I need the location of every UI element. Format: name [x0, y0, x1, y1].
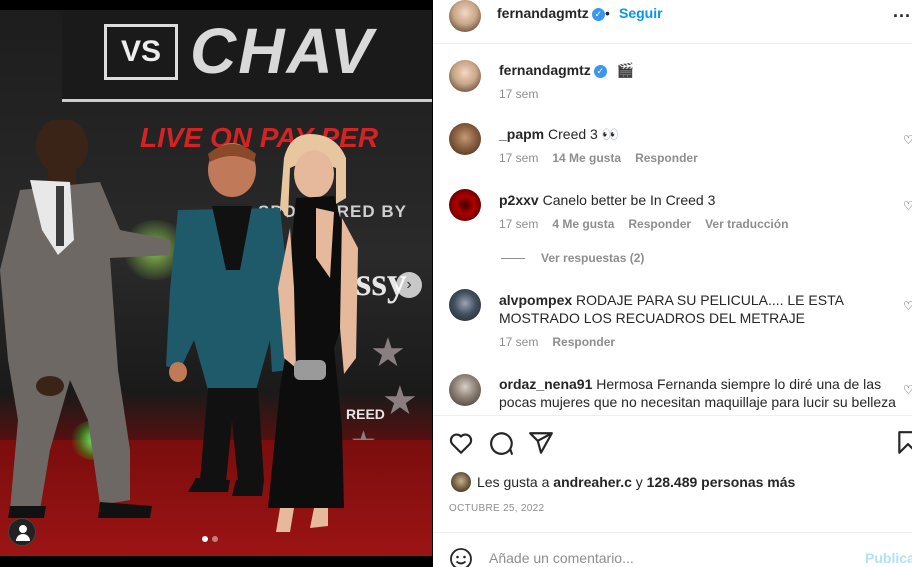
comment-text: Canelo better be In Creed 3 [542, 192, 716, 208]
comment-heart-icon[interactable]: ♡ [903, 383, 912, 397]
likes-summary[interactable]: Les gusta a andreaher.c y 128.489 person… [477, 474, 795, 490]
carousel-dot [202, 536, 208, 542]
likes-count[interactable]: 128.489 personas más [647, 474, 796, 490]
post-header: fernandagmtz ✓ • Seguir ... [433, 0, 912, 44]
more-icon[interactable]: ... [893, 1, 911, 22]
next-arrow-icon[interactable]: › [396, 272, 422, 298]
comment-item: p2xxv Canelo better be In Creed 3 [499, 191, 909, 209]
view-replies-button[interactable]: Ver respuestas (2) [501, 251, 644, 265]
carousel-dot [212, 536, 218, 542]
comment-username[interactable]: _papm [499, 126, 544, 142]
post-details-panel: fernandagmtz ✓ • Seguir ... fernandagmtz ✓… [433, 0, 912, 567]
reply-button[interactable]: Responder [635, 151, 698, 165]
avatar[interactable] [449, 374, 481, 406]
star-decoration: ★ [370, 331, 406, 375]
share-icon[interactable] [528, 430, 554, 456]
likes-user[interactable]: andreaher.c [553, 474, 632, 490]
caption-username-wrap[interactable]: fernandagmtz ✓ 🎬 [499, 62, 634, 79]
avatar[interactable] [449, 289, 481, 321]
comment-item: _papm Creed 3 👀 [499, 125, 909, 143]
avatar[interactable] [449, 0, 481, 32]
post-photo[interactable]: VS CHAV LIVE ON PAY PER SPONSORED BY ess… [0, 10, 432, 556]
view-replies-label[interactable]: Ver respuestas (2) [541, 251, 644, 265]
comment-time[interactable]: 17 sem [499, 217, 538, 231]
comment-item: ordaz_nena91 Hermosa Fernanda siempre lo… [499, 375, 909, 411]
caption-username[interactable]: fernandagmtz [499, 62, 591, 78]
translate-button[interactable]: Ver traducción [705, 217, 788, 231]
avatar[interactable] [449, 60, 481, 92]
caption-text: 🎬 [616, 62, 635, 78]
comment-username[interactable]: ordaz_nena91 [499, 376, 592, 392]
comment-meta: 17 sem 14 Me gusta Responder [499, 151, 712, 165]
reply-button[interactable]: Responder [552, 335, 615, 349]
caption-time[interactable]: 17 sem [499, 87, 538, 101]
avatar[interactable] [449, 123, 481, 155]
add-comment-bar: Añade un comentario... Publicar [433, 532, 912, 567]
avatar[interactable] [451, 472, 471, 492]
comment-text: Creed 3 👀 [548, 126, 620, 142]
comment-username[interactable]: alvpompex [499, 292, 572, 308]
separator-dot: • [605, 5, 610, 21]
bookmark-icon[interactable] [895, 430, 912, 456]
heart-icon[interactable] [448, 430, 474, 456]
tag-user-icon[interactable] [8, 518, 36, 546]
person-left [0, 120, 170, 518]
avatar[interactable] [449, 189, 481, 221]
comment-likes[interactable]: 4 Me gusta [552, 217, 614, 231]
caption-meta: 17 sem [499, 87, 552, 101]
comment-time[interactable]: 17 sem [499, 335, 538, 349]
likes-conj: y [635, 474, 643, 490]
carousel-dots [202, 536, 218, 542]
post-viewer: VS CHAV LIVE ON PAY PER SPONSORED BY ess… [0, 0, 912, 567]
banner-name: CHAV [190, 15, 375, 87]
banner-vs: VS [104, 24, 178, 80]
comment-likes[interactable]: 14 Me gusta [552, 151, 621, 165]
verified-icon: ✓ [593, 64, 607, 78]
likes-prefix: Les gusta a [477, 474, 550, 490]
comment-heart-icon[interactable]: ♡ [903, 133, 912, 147]
reply-button[interactable]: Responder [628, 217, 691, 231]
header-username[interactable]: fernandagmtz [497, 5, 589, 21]
publish-button[interactable]: Publicar [865, 550, 912, 566]
replies-line [501, 258, 525, 260]
comment-username[interactable]: p2xxv [499, 192, 539, 208]
follow-button[interactable]: Seguir [619, 5, 663, 21]
comment-item: alvpompex RODAJE PARA SU PELICULA.... LE… [499, 291, 909, 327]
header-username-wrap[interactable]: fernandagmtz ✓ [497, 5, 605, 21]
comment-meta: 17 sem Responder [499, 335, 629, 349]
comment-time[interactable]: 17 sem [499, 151, 538, 165]
comment-heart-icon[interactable]: ♡ [903, 299, 912, 313]
verified-icon: ✓ [591, 7, 605, 21]
comment-icon[interactable] [488, 430, 514, 456]
comment-meta: 17 sem 4 Me gusta Responder Ver traducción [499, 217, 802, 231]
comment-heart-icon[interactable]: ♡ [903, 199, 912, 213]
post-date[interactable]: OCTUBRE 25, 2022 [449, 503, 544, 514]
emoji-icon[interactable] [449, 547, 473, 567]
comments-list: fernandagmtz ✓ 🎬 17 sem _papm Creed 3 👀 ♡… [433, 45, 912, 415]
star-decoration: ★ [382, 379, 418, 423]
comment-input[interactable]: Añade un comentario... [489, 550, 634, 566]
person-right [268, 134, 358, 532]
post-actions: Les gusta a andreaher.c y 128.489 person… [433, 415, 912, 567]
